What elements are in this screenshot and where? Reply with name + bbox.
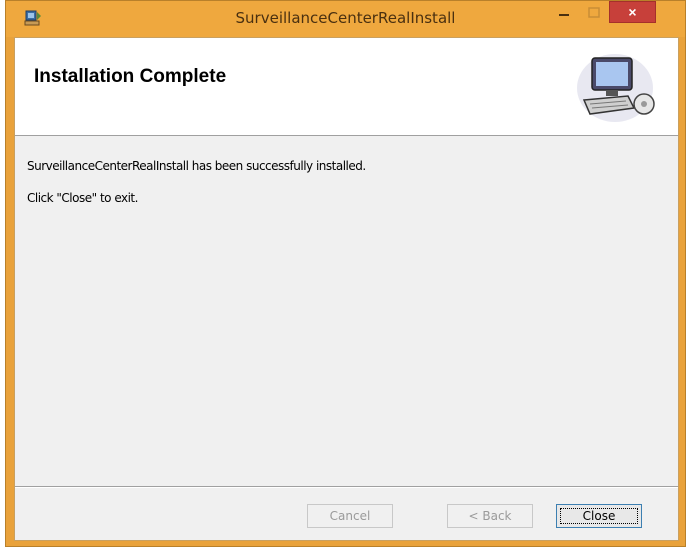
close-window-button[interactable]: ×: [609, 1, 656, 23]
focus-rectangle: [560, 508, 638, 524]
page-title: Installation Complete: [34, 66, 227, 87]
computer-install-icon: [577, 54, 655, 122]
installer-window: SurveillanceCenterRealInstall × Installa…: [5, 0, 686, 547]
close-button[interactable]: Close: [556, 504, 642, 528]
cancel-button[interactable]: Cancel: [307, 504, 393, 528]
success-message: SurveillanceCenterRealInstall has been s…: [27, 159, 366, 173]
minimize-button[interactable]: [550, 3, 578, 23]
footer-separator: [15, 486, 678, 488]
title-bar[interactable]: SurveillanceCenterRealInstall ×: [6, 1, 685, 37]
back-button[interactable]: < Back: [447, 504, 533, 528]
close-instruction: Click "Close" to exit.: [27, 191, 138, 205]
dialog-client-area: Installation Complete SurveillanceCenter…: [14, 37, 679, 541]
maximize-button[interactable]: [580, 3, 608, 23]
header-banner: Installation Complete: [15, 38, 678, 136]
close-icon: ×: [628, 4, 637, 20]
